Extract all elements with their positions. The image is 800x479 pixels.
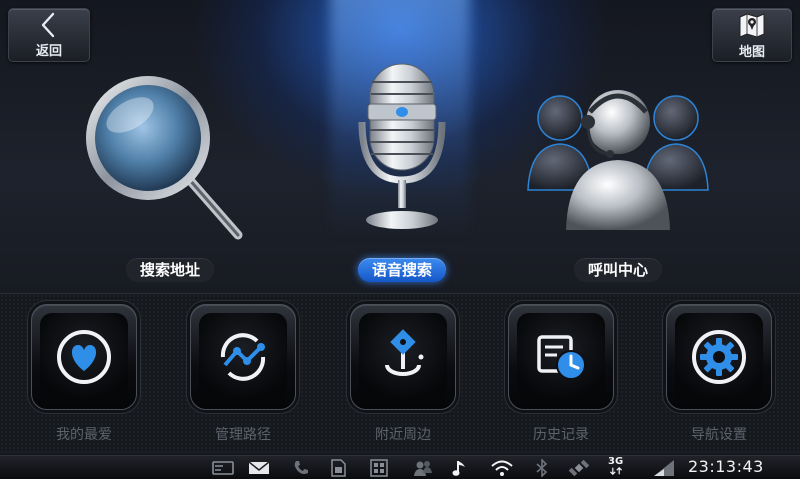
history-icon	[537, 335, 586, 380]
mail-icon	[248, 459, 270, 477]
chevron-left-icon	[41, 12, 55, 37]
call-center-feature[interactable]: 呼叫中心	[508, 60, 728, 292]
route-icon	[220, 333, 266, 381]
magnifier-icon	[86, 76, 243, 240]
nav-settings-button[interactable]	[666, 304, 772, 410]
map-button[interactable]: 地图	[712, 8, 792, 62]
nearby-tile[interactable]: 附近周边	[350, 304, 458, 454]
nearby-button[interactable]	[350, 304, 456, 410]
satellite-icon	[568, 459, 590, 477]
voice-search-label: 语音搜索	[357, 258, 447, 282]
back-label: 返回	[35, 43, 62, 59]
wifi-icon	[490, 459, 514, 477]
nearby-pin-icon	[385, 329, 424, 376]
phone-icon	[292, 459, 310, 477]
history-tile[interactable]: 历史记录	[508, 304, 616, 454]
clock: 23:13:43	[688, 457, 764, 476]
map-icon	[739, 12, 765, 38]
heart-icon	[57, 330, 111, 384]
network-label: 3G	[608, 456, 624, 467]
sim-icon	[330, 459, 346, 477]
nav-settings-tile[interactable]: 导航设置	[666, 304, 774, 454]
map-label: 地图	[738, 44, 765, 60]
favorites-button[interactable]	[31, 304, 137, 410]
music-icon	[452, 459, 468, 477]
nav-settings-label: 导航设置	[691, 427, 747, 443]
shortcut-bar: 我的最爱 管理路径 附近周边 历史记录 导航设置	[0, 293, 800, 455]
search-address-label: 搜索地址	[125, 258, 215, 282]
manage-route-tile[interactable]: 管理路径	[190, 304, 298, 454]
card-icon	[212, 459, 234, 477]
search-address-feature[interactable]: 搜索地址	[60, 60, 280, 292]
voice-search-feature[interactable]: 语音搜索	[292, 60, 512, 292]
history-button[interactable]	[508, 304, 614, 410]
feature-panel: 返回 地图 搜索地址 语音搜索 呼叫中心	[0, 0, 800, 293]
settings-gear-icon	[692, 330, 746, 384]
favorites-tile[interactable]: 我的最爱	[31, 304, 139, 454]
contacts-icon	[412, 459, 434, 477]
call-center-icon	[527, 90, 709, 230]
call-center-label: 呼叫中心	[573, 258, 663, 282]
back-button[interactable]: 返回	[8, 8, 90, 62]
network-3g-icon: 3G	[608, 457, 624, 475]
status-bar: 3G 23:13:43	[0, 455, 800, 479]
signal-icon	[652, 459, 676, 477]
nearby-label: 附近周边	[375, 427, 431, 443]
manage-route-button[interactable]	[190, 304, 296, 410]
favorites-label: 我的最爱	[56, 427, 112, 443]
history-label: 历史记录	[533, 427, 589, 443]
manage-route-label: 管理路径	[215, 427, 271, 443]
microphone-icon	[358, 63, 446, 229]
bluetooth-icon	[536, 459, 548, 477]
sim2-icon	[370, 459, 388, 477]
